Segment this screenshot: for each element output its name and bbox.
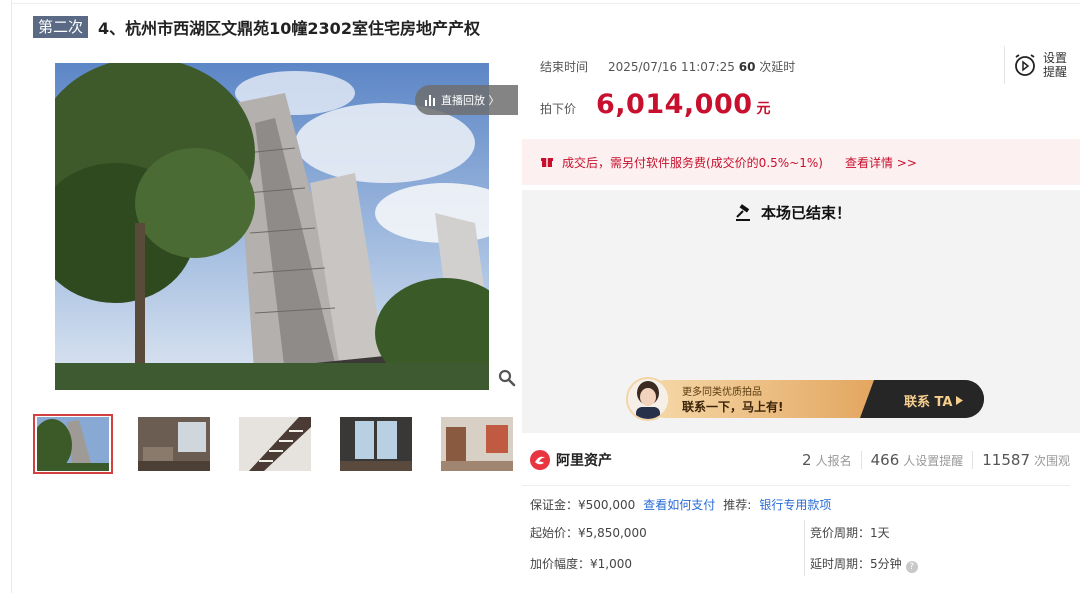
details-divider bbox=[804, 520, 805, 576]
bid-period: 竞价周期：1天 bbox=[810, 526, 890, 540]
thumbnail-3[interactable] bbox=[235, 414, 315, 474]
thumbnail-1[interactable] bbox=[33, 414, 113, 474]
price-group: 6,014,000 元 bbox=[596, 89, 771, 120]
delay-period-row: 延时周期：5分钟? bbox=[810, 555, 918, 573]
stats-divider bbox=[972, 451, 974, 469]
bid-increment: 加价幅度：¥1,000 bbox=[530, 557, 632, 571]
round-badge: 第二次 bbox=[33, 16, 89, 38]
live-replay-button[interactable]: 直播回放 〉 bbox=[415, 85, 518, 115]
delay-period: 延时周期：5分钟 bbox=[810, 557, 902, 571]
thumbnail-4[interactable] bbox=[336, 414, 416, 474]
view-count: 11587 bbox=[982, 451, 1030, 469]
live-replay-label: 直播回放 〉 bbox=[441, 94, 500, 107]
help-icon[interactable]: ? bbox=[905, 561, 918, 573]
bank-payment-link[interactable]: 银行专用款项 bbox=[759, 496, 831, 513]
thumbnail-2[interactable] bbox=[134, 414, 214, 474]
deposit-row: 保证金：¥500,000 查看如何支付 推荐: 银行专用款项 bbox=[530, 496, 831, 513]
page-top-border bbox=[11, 3, 1080, 4]
thumbnail-interior-image bbox=[441, 417, 513, 471]
banner-title: 联系一下，马上有! bbox=[682, 400, 784, 414]
auction-ended-message: 本场已结束！ bbox=[735, 202, 851, 223]
view-label: 次围观 bbox=[1033, 453, 1070, 468]
end-time-value: 2025/07/16 11:07:25 bbox=[608, 60, 735, 74]
thumbnail-strip bbox=[33, 414, 517, 474]
agent-avatar bbox=[626, 377, 670, 421]
how-to-pay-link[interactable]: 查看如何支付 bbox=[643, 496, 715, 513]
recommend-label: 推荐: bbox=[723, 498, 752, 512]
service-fee-notice: 成交后，需另付软件服务费(成交价的0.5%~1%) 查看详情 >> bbox=[522, 139, 1080, 185]
delay-label: 次延时 bbox=[759, 60, 796, 74]
contact-banner[interactable]: 更多同类优质拍品 联系一下，马上有! 联系 TA bbox=[626, 377, 984, 421]
start-price: 起始价：¥5,850,000 bbox=[530, 526, 647, 540]
contact-ta-button[interactable]: 联系 TA bbox=[904, 391, 964, 410]
signup-label: 人报名 bbox=[815, 453, 852, 468]
lot-header: 第二次 4、杭州市西湖区文鼎苑10幢2302室住宅房地产产权 bbox=[33, 15, 480, 39]
thumbnail-stairs-image bbox=[239, 417, 311, 471]
thumbnail-window-image bbox=[340, 417, 412, 471]
chart-bars-icon bbox=[425, 94, 435, 106]
end-time-label: 结束时间 bbox=[540, 60, 589, 74]
delay-count: 60 bbox=[738, 60, 756, 74]
thumbnail-5[interactable] bbox=[437, 414, 517, 474]
contact-ta-label: 联系 TA bbox=[904, 395, 953, 410]
zoom-icon[interactable] bbox=[498, 369, 516, 387]
auction-ended-panel: 本场已结束！ 更多同类优质拍品 联系一下，马上有! 联系 TA bbox=[522, 190, 1080, 433]
stats-divider bbox=[860, 451, 862, 469]
price-value: 6,014,000 bbox=[596, 89, 753, 120]
notice-text: 成交后，需另付软件服务费(成交价的0.5%~1%) bbox=[562, 155, 823, 170]
deposit-text: 保证金：¥500,000 bbox=[530, 498, 636, 512]
auction-ended-text: 本场已结束！ bbox=[761, 204, 852, 222]
reminder-label: 人设置提醒 bbox=[903, 453, 964, 468]
thumbnail-living-room-image bbox=[138, 417, 210, 471]
lot-title: 4、杭州市西湖区文鼎苑10幢2302室住宅房地产产权 bbox=[98, 19, 480, 38]
price-unit: 元 bbox=[756, 101, 771, 117]
auction-stats: 2 人报名 466 人设置提醒 11587 次围观 bbox=[802, 451, 1070, 469]
section-divider bbox=[522, 485, 1070, 486]
gift-icon bbox=[541, 158, 553, 167]
alarm-clock-icon bbox=[1015, 54, 1035, 76]
platform-name: 阿里资产 bbox=[556, 453, 612, 469]
gavel-icon bbox=[736, 203, 750, 221]
ali-asset-logo-icon bbox=[530, 450, 550, 470]
view-details-link[interactable]: 查看详情 >> bbox=[845, 154, 917, 171]
banner-subtitle: 更多同类优质拍品 bbox=[682, 387, 762, 398]
set-reminder-button[interactable]: 设置提醒 bbox=[1004, 46, 1069, 84]
agent-avatar-image bbox=[628, 379, 668, 419]
platform-logo[interactable]: 阿里资产 bbox=[530, 450, 612, 470]
end-time-row: 结束时间 2025/07/16 11:07:25 60 次延时 bbox=[540, 58, 795, 75]
price-label: 拍下价 bbox=[540, 102, 577, 116]
signup-count: 2 bbox=[802, 451, 812, 469]
reminder-count: 466 bbox=[870, 451, 900, 469]
page-left-border bbox=[11, 0, 12, 593]
price-row: 拍下价 6,014,000 元 bbox=[540, 89, 771, 120]
set-reminder-label: 设置提醒 bbox=[1043, 51, 1068, 79]
play-arrow-icon bbox=[956, 396, 964, 405]
thumbnail-building-image bbox=[37, 417, 109, 471]
platform-row: 阿里资产 2 人报名 466 人设置提醒 11587 次围观 bbox=[530, 450, 1070, 470]
end-time-group: 2025/07/16 11:07:25 60 次延时 bbox=[608, 58, 795, 75]
